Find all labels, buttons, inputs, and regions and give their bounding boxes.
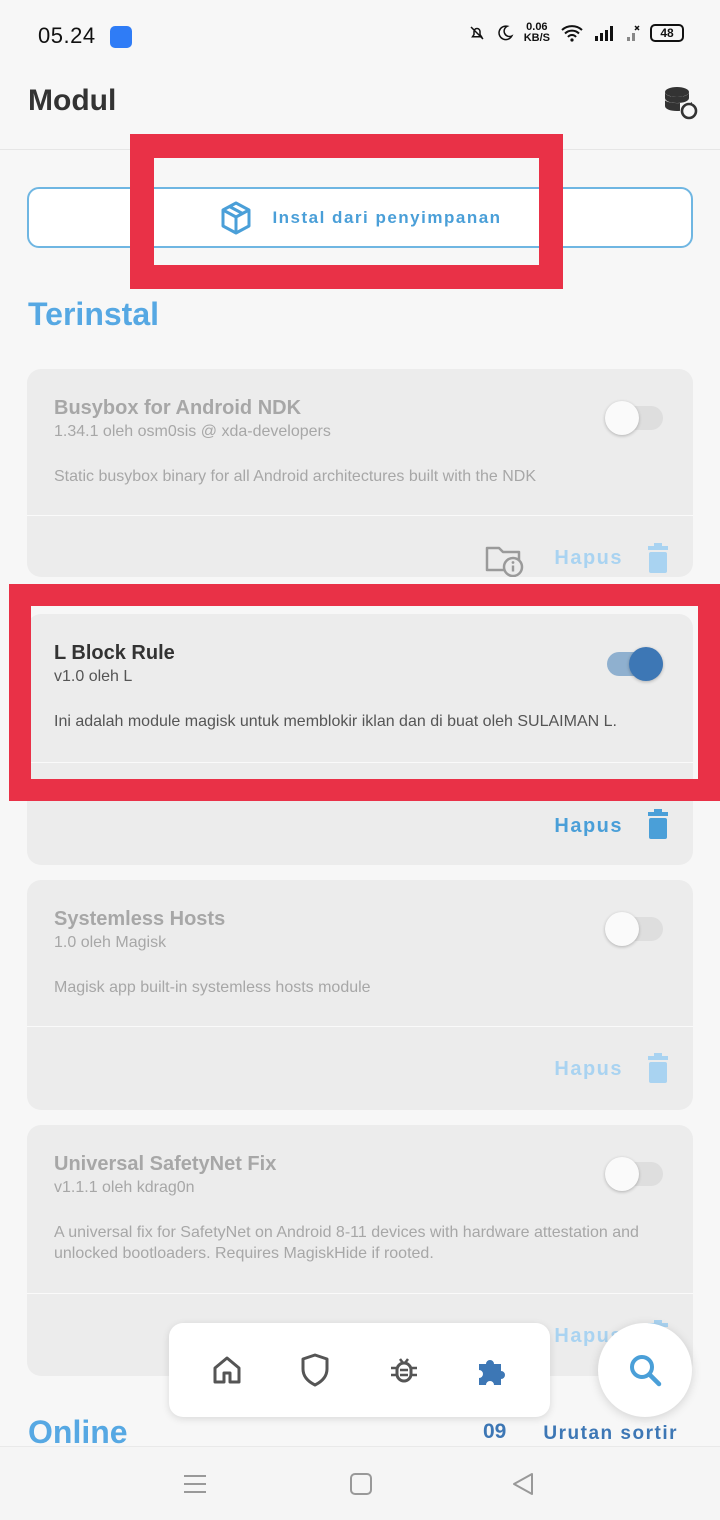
bottom-navigation [169,1323,550,1417]
module-name: Systemless Hosts [54,908,226,930]
module-name: Universal SafetyNet Fix [54,1153,277,1175]
home-square-icon[interactable] [348,1471,374,1497]
module-card: Systemless Hosts 1.0 oleh Magisk Magisk … [27,880,693,1110]
toggle-knob [629,647,663,681]
nav-modules[interactable] [474,1352,510,1388]
net-speed-unit: KB/S [523,32,550,44]
module-meta: 1.0 oleh Magisk [54,934,167,951]
trash-icon[interactable] [646,1053,670,1083]
module-toggle[interactable] [605,1157,663,1191]
nav-superuser[interactable] [297,1352,333,1388]
back-icon[interactable] [510,1471,536,1497]
module-actions: Hapus [27,763,693,865]
section-title-installed: Terinstal [28,296,159,332]
shield-icon [301,1353,329,1387]
toggle-knob [605,401,639,435]
module-card-header: L Block Rule v1.0 oleh L Ini adalah modu… [27,614,693,763]
folder-info-icon[interactable] [485,543,525,577]
net-speed: 0.06 KB/S [524,22,550,44]
module-description: Magisk app built-in systemless hosts mod… [54,979,371,996]
moon-icon [498,25,514,41]
module-card-header: Systemless Hosts 1.0 oleh Magisk Magisk … [27,880,693,1027]
wifi-icon [561,25,583,42]
home-icon [213,1356,241,1384]
status-icons: 0.06 KB/S 48 [468,22,684,44]
app-icon [110,26,132,48]
module-description: Ini adalah module magisk untuk memblokir… [54,713,617,730]
search-icon [630,1355,662,1387]
module-card: Busybox for Android NDK 1.34.1 oleh osm0… [27,369,693,577]
module-name: Busybox for Android NDK [54,397,302,419]
toggle-knob [605,912,639,946]
system-navigation-bar [0,1446,720,1520]
module-card-header: Busybox for Android NDK 1.34.1 oleh osm0… [27,369,693,516]
trash-icon[interactable] [646,543,670,573]
module-name: L Block Rule [54,642,175,664]
package-icon [221,201,251,234]
bug-icon [390,1358,417,1383]
sort-button[interactable]: Urutan sortir [543,1423,678,1445]
remove-button[interactable]: Hapus [554,1058,623,1081]
menu-icon[interactable] [182,1471,208,1497]
module-meta: v1.0 oleh L [54,668,133,685]
module-meta: v1.1.1 oleh kdrag0n [54,1179,195,1196]
module-card: L Block Rule v1.0 oleh L Ini adalah modu… [27,614,693,865]
install-from-storage-label: Instal dari penyimpanan [272,207,502,227]
signal-secondary-icon [627,25,640,41]
module-card-header: Universal SafetyNet Fix v1.1.1 oleh kdra… [27,1125,693,1294]
status-time: 05.24 [38,23,96,48]
bell-off-icon [470,26,484,40]
battery-indicator: 48 [650,24,684,42]
search-button[interactable] [598,1323,692,1417]
sort-icon[interactable]: 09 [483,1420,506,1444]
remove-button[interactable]: Hapus [554,547,623,570]
module-description: A universal fix for SafetyNet on Android… [54,1224,639,1262]
module-toggle[interactable] [605,912,663,946]
module-toggle[interactable] [605,401,663,435]
nav-logs[interactable] [386,1352,422,1388]
module-meta: 1.34.1 oleh osm0sis @ xda-developers [54,423,331,440]
page-title: Modul [28,84,117,117]
signal-icon [595,26,613,41]
status-bar: 05.24 0.06 KB/S 48 [0,0,720,58]
app-bar: Modul [0,58,720,150]
toggle-knob [605,1157,639,1191]
module-actions: Hapus [27,516,693,577]
module-actions: Hapus [27,1027,693,1110]
module-toggle[interactable] [607,647,663,681]
install-from-storage-button[interactable]: Instal dari penyimpanan [27,187,693,248]
database-sync-icon[interactable] [662,84,698,120]
module-description: Static busybox binary for all Android ar… [54,468,537,485]
remove-button[interactable]: Hapus [554,815,623,838]
nav-home[interactable] [209,1352,245,1388]
trash-icon[interactable] [646,809,670,839]
puzzle-icon [478,1360,505,1385]
